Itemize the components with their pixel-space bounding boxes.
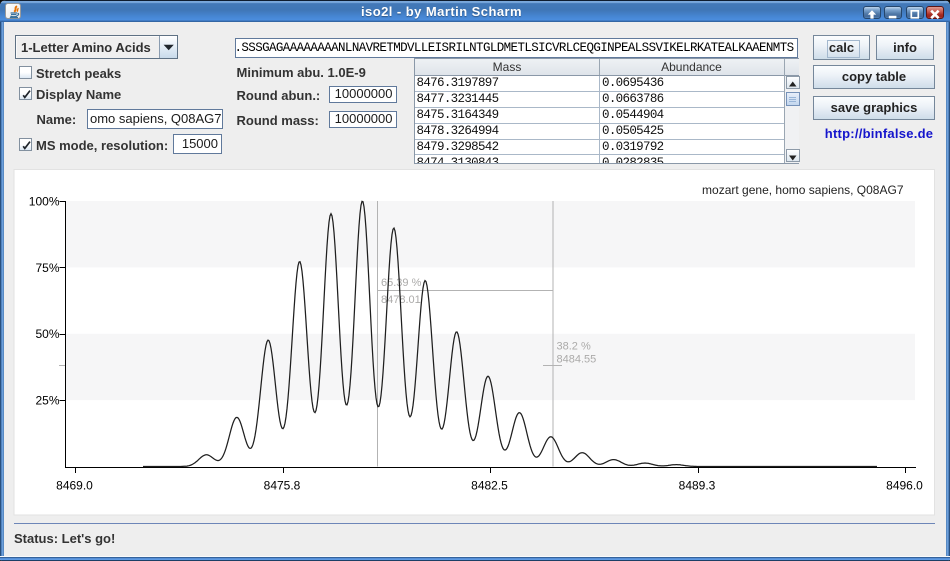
svg-text:mozart gene, homo sapiens, Q08: mozart gene, homo sapiens, Q08AG7 [702, 183, 904, 197]
svg-text:8489.3: 8489.3 [679, 479, 716, 493]
svg-text:8484.55: 8484.55 [557, 354, 597, 366]
svg-text:100%: 100% [29, 195, 60, 209]
svg-text:8475.8: 8475.8 [264, 479, 301, 493]
svg-text:8496.0: 8496.0 [886, 479, 923, 493]
svg-text:50%: 50% [35, 327, 59, 341]
svg-text:8482.5: 8482.5 [471, 479, 508, 493]
svg-text:25%: 25% [35, 394, 59, 408]
svg-text:75%: 75% [35, 261, 59, 275]
svg-text:65.39 %: 65.39 % [381, 277, 422, 289]
svg-text:8469.0: 8469.0 [56, 479, 93, 493]
svg-text:38.2 %: 38.2 % [557, 341, 591, 353]
